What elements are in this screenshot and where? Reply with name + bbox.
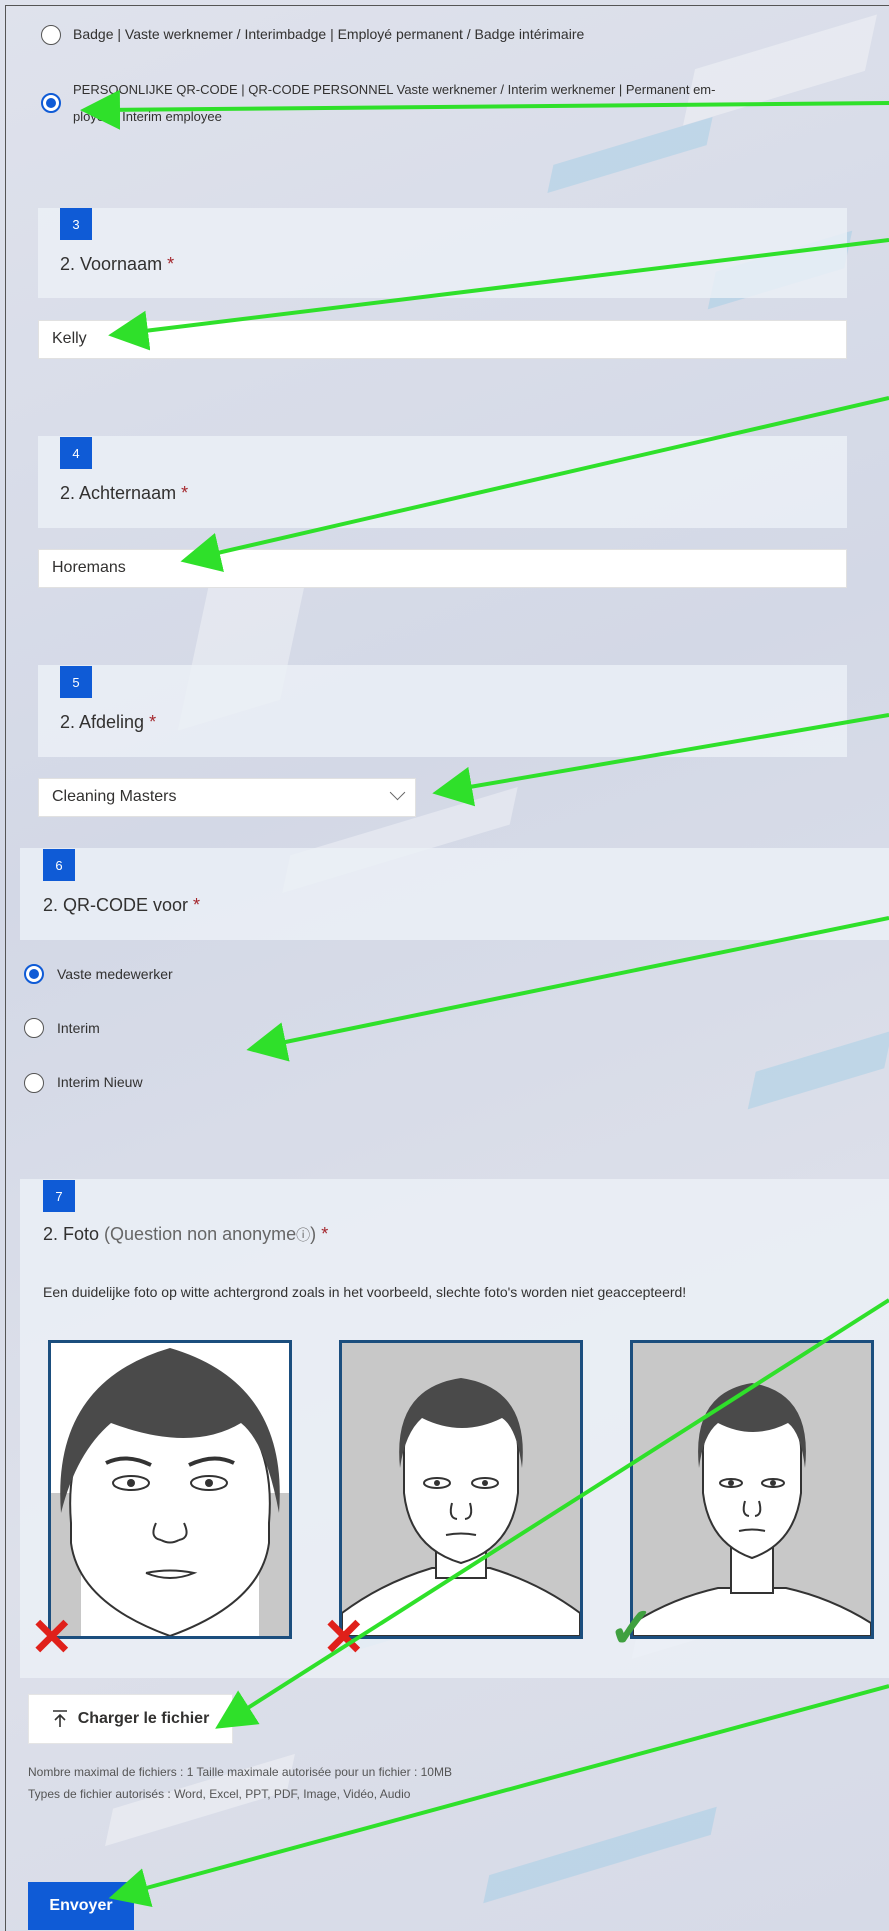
annotation-arrow [108,1684,889,1908]
annotation-arrow [432,713,889,807]
annotation-arrow [80,89,889,130]
annotation-arrow [108,238,889,351]
annotation-arrow [215,1298,889,1729]
annotation-arrow [180,396,889,572]
annotation-arrows [80,89,889,1908]
annotation-arrow [246,916,889,1062]
